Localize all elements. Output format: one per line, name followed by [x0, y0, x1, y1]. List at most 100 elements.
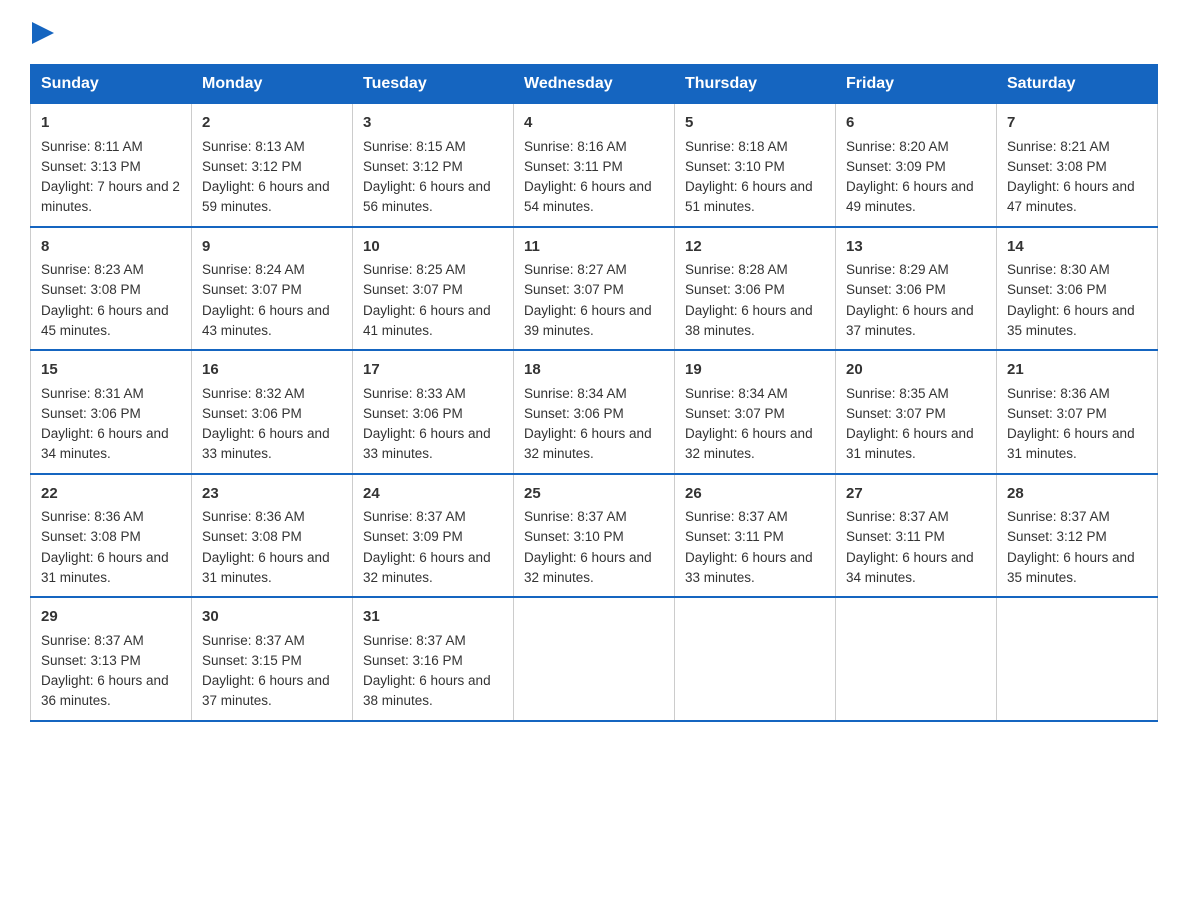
calendar-cell: 1Sunrise: 8:11 AMSunset: 3:13 PMDaylight…	[31, 104, 192, 227]
sunrise-text: Sunrise: 8:27 AM	[524, 262, 627, 277]
day-number: 28	[1007, 483, 1147, 506]
calendar-body: 1 Sunrise: 8:11 AM Sunset: 3:13 PM Daylight…	[31, 104, 1158, 721]
sunrise-text: Sunrise: 8:25 AM	[363, 262, 466, 277]
sunrise-text: Sunrise: 8:37 AM	[363, 509, 466, 524]
sunset-text: Sunset: 3:15 PM	[202, 653, 302, 668]
day-number: 30	[202, 606, 342, 629]
daylight-text: Daylight: 6 hours and 37 minutes.	[202, 673, 330, 708]
day-number: 13	[846, 236, 986, 259]
calendar-header-tuesday: Tuesday	[353, 65, 514, 104]
sunrise-text: Sunrise: 8:37 AM	[1007, 509, 1110, 524]
sunrise-text: Sunrise: 8:23 AM	[41, 262, 144, 277]
sunset-text: Sunset: 3:06 PM	[363, 406, 463, 421]
sunrise-text: Sunrise: 8:15 AM	[363, 139, 466, 154]
day-number: 29	[41, 606, 181, 629]
sunset-text: Sunset: 3:06 PM	[41, 406, 141, 421]
day-number: 1	[41, 112, 181, 135]
calendar-header-row: SundayMondayTuesdayWednesdayThursdayFrid…	[31, 65, 1158, 104]
sunset-text: Sunset: 3:11 PM	[524, 159, 623, 174]
daylight-text: Daylight: 6 hours and 41 minutes.	[363, 303, 491, 338]
daylight-text: Daylight: 6 hours and 33 minutes.	[685, 550, 813, 585]
daylight-text: Daylight: 6 hours and 54 minutes.	[524, 179, 652, 214]
day-number: 20	[846, 359, 986, 382]
day-number: 10	[363, 236, 503, 259]
sunrise-text: Sunrise: 8:18 AM	[685, 139, 788, 154]
calendar-cell: 30 Sunrise: 8:37 AM Sunset: 3:15 PM Dayligh…	[192, 597, 353, 721]
sunset-text: Sunset: 3:13 PM	[41, 653, 141, 668]
sunrise-text: Sunrise: 8:20 AM	[846, 139, 949, 154]
calendar-cell: 17Sunrise: 8:33 AMSunset: 3:06 PMDayligh…	[353, 350, 514, 474]
daylight-text: Daylight: 6 hours and 38 minutes.	[363, 673, 491, 708]
calendar-cell	[997, 597, 1158, 721]
sunset-text: Sunset: 3:07 PM	[846, 406, 946, 421]
sunrise-text: Sunrise: 8:24 AM	[202, 262, 305, 277]
sunrise-text: Sunrise: 8:37 AM	[685, 509, 788, 524]
calendar-cell: 16Sunrise: 8:32 AMSunset: 3:06 PMDayligh…	[192, 350, 353, 474]
sunrise-text: Sunrise: 8:11 AM	[41, 139, 143, 154]
day-number: 5	[685, 112, 825, 135]
logo	[30, 20, 54, 44]
calendar-week-row: 29 Sunrise: 8:37 AM Sunset: 3:13 PM Dayligh…	[31, 597, 1158, 721]
day-number: 11	[524, 236, 664, 259]
sunrise-text: Sunrise: 8:16 AM	[524, 139, 627, 154]
daylight-text: Daylight: 6 hours and 36 minutes.	[41, 673, 169, 708]
daylight-text: Daylight: 6 hours and 43 minutes.	[202, 303, 330, 338]
sunset-text: Sunset: 3:16 PM	[363, 653, 463, 668]
daylight-text: Daylight: 6 hours and 33 minutes.	[363, 426, 491, 461]
calendar-cell: 6Sunrise: 8:20 AMSunset: 3:09 PMDaylight…	[836, 104, 997, 227]
daylight-text: Daylight: 6 hours and 47 minutes.	[1007, 179, 1135, 214]
calendar-cell: 14Sunrise: 8:30 AMSunset: 3:06 PMDayligh…	[997, 227, 1158, 351]
sunrise-text: Sunrise: 8:36 AM	[202, 509, 305, 524]
sunrise-text: Sunrise: 8:37 AM	[363, 633, 466, 648]
sunrise-text: Sunrise: 8:32 AM	[202, 386, 305, 401]
daylight-text: Daylight: 6 hours and 35 minutes.	[1007, 303, 1135, 338]
day-number: 3	[363, 112, 503, 135]
calendar-week-row: 8Sunrise: 8:23 AMSunset: 3:08 PMDaylight…	[31, 227, 1158, 351]
day-number: 7	[1007, 112, 1147, 135]
calendar-cell: 11Sunrise: 8:27 AMSunset: 3:07 PMDayligh…	[514, 227, 675, 351]
day-number: 8	[41, 236, 181, 259]
sunset-text: Sunset: 3:08 PM	[41, 529, 141, 544]
sunrise-text: Sunrise: 8:33 AM	[363, 386, 466, 401]
calendar-header-sunday: Sunday	[31, 65, 192, 104]
calendar-cell: 2Sunrise: 8:13 AMSunset: 3:12 PMDaylight…	[192, 104, 353, 227]
sunset-text: Sunset: 3:08 PM	[1007, 159, 1107, 174]
calendar-header-saturday: Saturday	[997, 65, 1158, 104]
calendar-header-thursday: Thursday	[675, 65, 836, 104]
calendar-cell: 8Sunrise: 8:23 AMSunset: 3:08 PMDaylight…	[31, 227, 192, 351]
calendar-cell: 24Sunrise: 8:37 AMSunset: 3:09 PMDayligh…	[353, 474, 514, 598]
sunrise-text: Sunrise: 8:31 AM	[41, 386, 144, 401]
calendar-cell: 18Sunrise: 8:34 AMSunset: 3:06 PMDayligh…	[514, 350, 675, 474]
calendar-cell: 22Sunrise: 8:36 AMSunset: 3:08 PMDayligh…	[31, 474, 192, 598]
day-number: 26	[685, 483, 825, 506]
calendar-cell: 26 Sunrise: 8:37 AM Sunset: 3:11 PM Dayligh…	[675, 474, 836, 598]
sunrise-text: Sunrise: 8:34 AM	[524, 386, 627, 401]
day-number: 14	[1007, 236, 1147, 259]
daylight-text: Daylight: 6 hours and 37 minutes.	[846, 303, 974, 338]
day-number: 6	[846, 112, 986, 135]
sunrise-text: Sunrise: 8:37 AM	[524, 509, 627, 524]
day-number: 9	[202, 236, 342, 259]
calendar-cell: 3Sunrise: 8:15 AMSunset: 3:12 PMDaylight…	[353, 104, 514, 227]
calendar-header-friday: Friday	[836, 65, 997, 104]
sunrise-text: Sunrise: 8:37 AM	[202, 633, 305, 648]
sunset-text: Sunset: 3:07 PM	[685, 406, 785, 421]
daylight-text: Daylight: 6 hours and 34 minutes.	[41, 426, 169, 461]
calendar-cell: 19Sunrise: 8:34 AMSunset: 3:07 PMDayligh…	[675, 350, 836, 474]
sunset-text: Sunset: 3:11 PM	[685, 529, 784, 544]
sunset-text: Sunset: 3:08 PM	[202, 529, 302, 544]
calendar-cell	[836, 597, 997, 721]
calendar-cell: 5Sunrise: 8:18 AMSunset: 3:10 PMDaylight…	[675, 104, 836, 227]
calendar-cell: 27Sunrise: 8:37 AMSunset: 3:11 PMDayligh…	[836, 474, 997, 598]
daylight-text: Daylight: 6 hours and 32 minutes.	[685, 426, 813, 461]
sunrise-text: Sunrise: 8:36 AM	[1007, 386, 1110, 401]
calendar-cell: 10Sunrise: 8:25 AMSunset: 3:07 PMDayligh…	[353, 227, 514, 351]
daylight-text: Daylight: 7 hours and 2 minutes.	[41, 179, 180, 214]
day-number: 19	[685, 359, 825, 382]
calendar-cell: 7Sunrise: 8:21 AMSunset: 3:08 PMDaylight…	[997, 104, 1158, 227]
day-number: 24	[363, 483, 503, 506]
calendar-cell: 28Sunrise: 8:37 AMSunset: 3:12 PMDayligh…	[997, 474, 1158, 598]
calendar-cell: 21Sunrise: 8:36 AMSunset: 3:07 PMDayligh…	[997, 350, 1158, 474]
daylight-text: Daylight: 6 hours and 39 minutes.	[524, 303, 652, 338]
daylight-text: Daylight: 6 hours and 32 minutes.	[524, 550, 652, 585]
